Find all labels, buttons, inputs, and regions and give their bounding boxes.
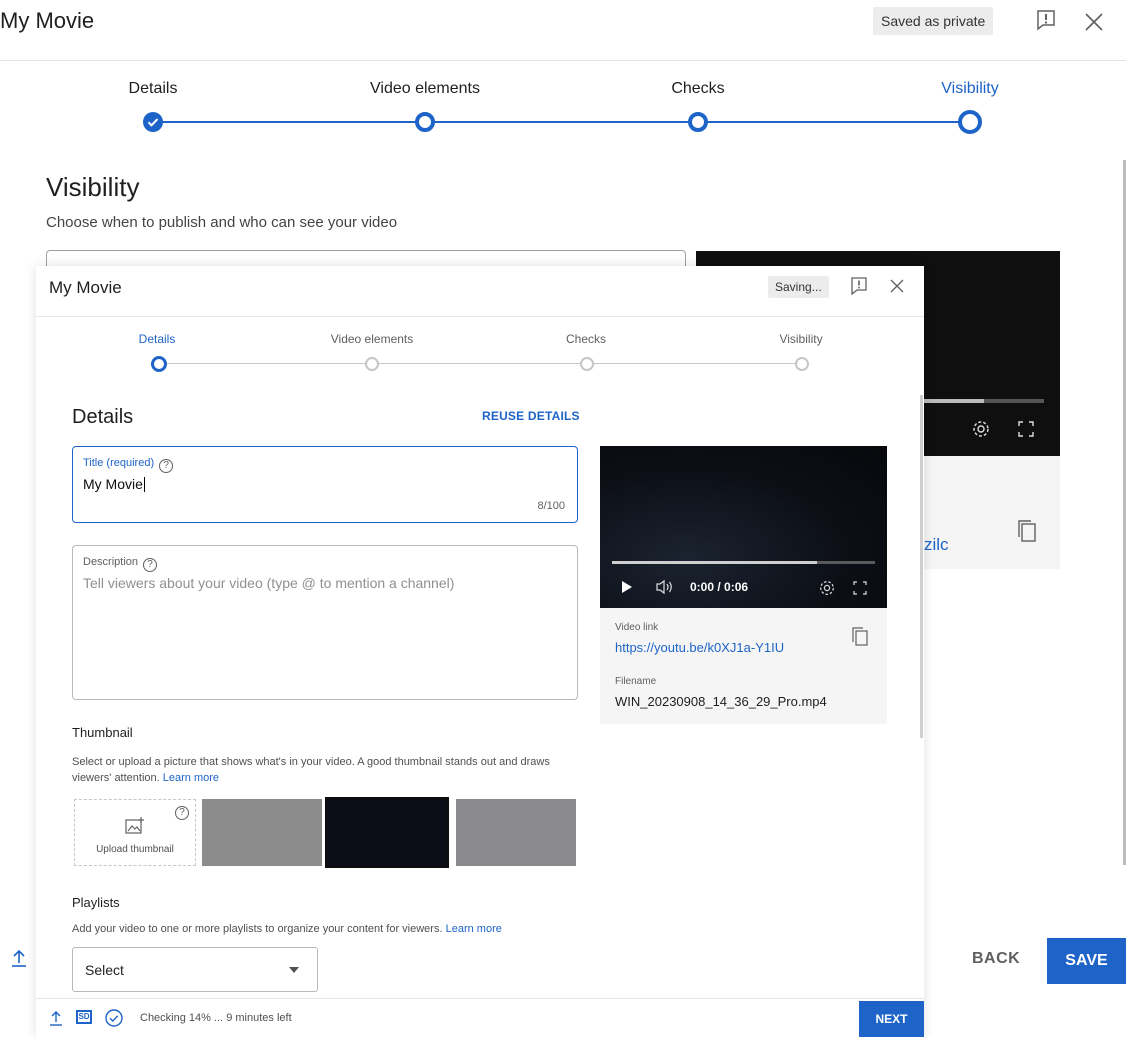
thumbnail-option[interactable]	[202, 799, 322, 866]
saving-status-chip: Saving...	[768, 276, 829, 298]
step-label-checks[interactable]: Checks	[566, 332, 606, 346]
thumbnail-description-text: Select or upload a picture that shows wh…	[72, 756, 550, 784]
details-dialog: My Movie Saving... Details Video element…	[36, 266, 924, 1038]
stepper-line	[160, 363, 808, 364]
filename-value: WIN_20230908_14_36_29_Pro.mp4	[615, 694, 827, 709]
sd-icon[interactable]: SD	[76, 1010, 92, 1024]
upload-icon[interactable]	[48, 1009, 64, 1032]
step-node-video-elements[interactable]	[365, 357, 379, 371]
upload-image-icon	[125, 817, 145, 840]
step-label-details[interactable]: Details	[139, 332, 176, 346]
step-node-details[interactable]	[151, 356, 167, 372]
next-button[interactable]: NEXT	[859, 1001, 924, 1037]
fullscreen-icon[interactable]	[1016, 419, 1036, 444]
background-video-progress[interactable]	[924, 399, 1044, 403]
step-node-visibility[interactable]	[958, 110, 982, 134]
playlists-learn-more-link[interactable]: Learn more	[446, 923, 502, 935]
saved-status-chip: Saved as private	[873, 7, 994, 35]
thumbnail-option[interactable]	[325, 797, 449, 868]
title-field[interactable]: Title (required)? My Movie 8/100	[72, 446, 578, 523]
feedback-icon[interactable]	[850, 276, 868, 301]
step-label-visibility[interactable]: Visibility	[941, 80, 999, 98]
playlists-heading: Playlists	[72, 895, 120, 910]
visibility-subtitle: Choose when to publish and who can see y…	[46, 214, 398, 231]
gear-icon[interactable]	[971, 419, 991, 444]
video-link-label: Video link	[615, 622, 659, 633]
visibility-heading: Visibility	[46, 172, 140, 202]
checking-status: Checking 14% ... 9 minutes left	[140, 1012, 292, 1024]
title-input-value: My Movie	[83, 476, 143, 492]
description-field[interactable]: Description? Tell viewers about your vid…	[72, 545, 578, 700]
playlist-select-value: Select	[85, 962, 124, 978]
gear-icon[interactable]	[818, 579, 836, 602]
feedback-icon[interactable]	[1035, 9, 1057, 31]
outer-stepper: Details Video elements Checks Visibility	[0, 78, 1126, 138]
video-time: 0:00 / 0:06	[690, 580, 749, 594]
stepper-line	[157, 121, 970, 123]
playlist-select[interactable]: Select	[72, 947, 318, 992]
help-icon[interactable]: ?	[175, 806, 189, 820]
thumbnail-learn-more-link[interactable]: Learn more	[163, 772, 219, 784]
inner-dialog-title: My Movie	[49, 278, 122, 297]
copy-icon[interactable]	[851, 626, 869, 653]
upload-thumbnail-label: Upload thumbnail	[96, 844, 174, 855]
step-label-visibility[interactable]: Visibility	[779, 332, 822, 346]
title-field-label: Title (required)?	[83, 457, 174, 473]
help-icon[interactable]: ?	[159, 459, 174, 473]
upload-thumbnail-button[interactable]: ? Upload thumbnail	[74, 799, 196, 866]
close-icon[interactable]	[1083, 11, 1105, 33]
description-label-text: Description	[83, 556, 139, 568]
upload-icon[interactable]	[10, 948, 28, 973]
video-link[interactable]: https://youtu.be/k0XJ1a-Y1IU	[615, 640, 784, 655]
title-input[interactable]: My Movie	[83, 476, 145, 492]
description-field-label: Description?	[83, 556, 158, 572]
inner-footer: SD Checking 14% ... 9 minutes left NEXT	[36, 998, 924, 1038]
step-node-details[interactable]	[143, 112, 163, 132]
fullscreen-icon[interactable]	[851, 579, 869, 602]
video-progress-fill	[612, 561, 818, 564]
step-node-visibility[interactable]	[795, 357, 809, 371]
step-label-details[interactable]: Details	[129, 80, 178, 98]
step-node-video-elements[interactable]	[415, 112, 435, 132]
close-icon[interactable]	[889, 278, 905, 299]
inner-stepper: Details Video elements Checks Visibility	[36, 330, 924, 376]
filename-label: Filename	[615, 676, 657, 687]
thumbnail-option[interactable]	[456, 799, 576, 866]
details-heading: Details	[72, 406, 134, 428]
inner-scrollbar[interactable]	[920, 395, 923, 738]
thumbnail-heading: Thumbnail	[72, 725, 133, 740]
step-label-checks[interactable]: Checks	[671, 80, 724, 98]
step-label-video-elements[interactable]: Video elements	[331, 332, 414, 346]
title-label-text: Title (required)	[83, 457, 155, 469]
check-icon	[147, 118, 159, 127]
inner-header-divider	[36, 316, 924, 317]
header-divider	[0, 60, 1126, 61]
video-progress-bar[interactable]	[612, 561, 875, 564]
background-video-progress-fill	[924, 399, 984, 403]
background-video-link-fragment[interactable]: zilc	[924, 535, 949, 555]
copy-icon[interactable]	[1016, 518, 1038, 549]
description-placeholder: Tell viewers about your video (type @ to…	[83, 575, 455, 591]
step-node-checks[interactable]	[580, 357, 594, 371]
check-circle-icon[interactable]	[104, 1008, 124, 1033]
reuse-details-button[interactable]: REUSE DETAILS	[482, 409, 580, 423]
playlists-description-text: Add your video to one or more playlists …	[72, 923, 443, 935]
playlists-description: Add your video to one or more playlists …	[72, 921, 582, 937]
video-preview[interactable]: 0:00 / 0:06	[600, 446, 887, 608]
save-button[interactable]: SAVE	[1047, 938, 1126, 984]
video-info-panel: Video link https://youtu.be/k0XJ1a-Y1IU …	[600, 608, 887, 724]
title-char-count: 8/100	[537, 500, 565, 512]
step-label-video-elements[interactable]: Video elements	[370, 80, 480, 98]
text-caret	[143, 477, 145, 492]
help-icon[interactable]: ?	[143, 558, 158, 572]
dropdown-arrow-icon	[289, 967, 299, 973]
back-button[interactable]: BACK	[972, 950, 1020, 968]
step-node-checks[interactable]	[688, 112, 708, 132]
thumbnail-description: Select or upload a picture that shows wh…	[72, 754, 582, 786]
play-icon[interactable]	[622, 581, 632, 593]
volume-icon[interactable]	[655, 579, 675, 600]
outer-dialog-title: My Movie	[0, 8, 95, 33]
